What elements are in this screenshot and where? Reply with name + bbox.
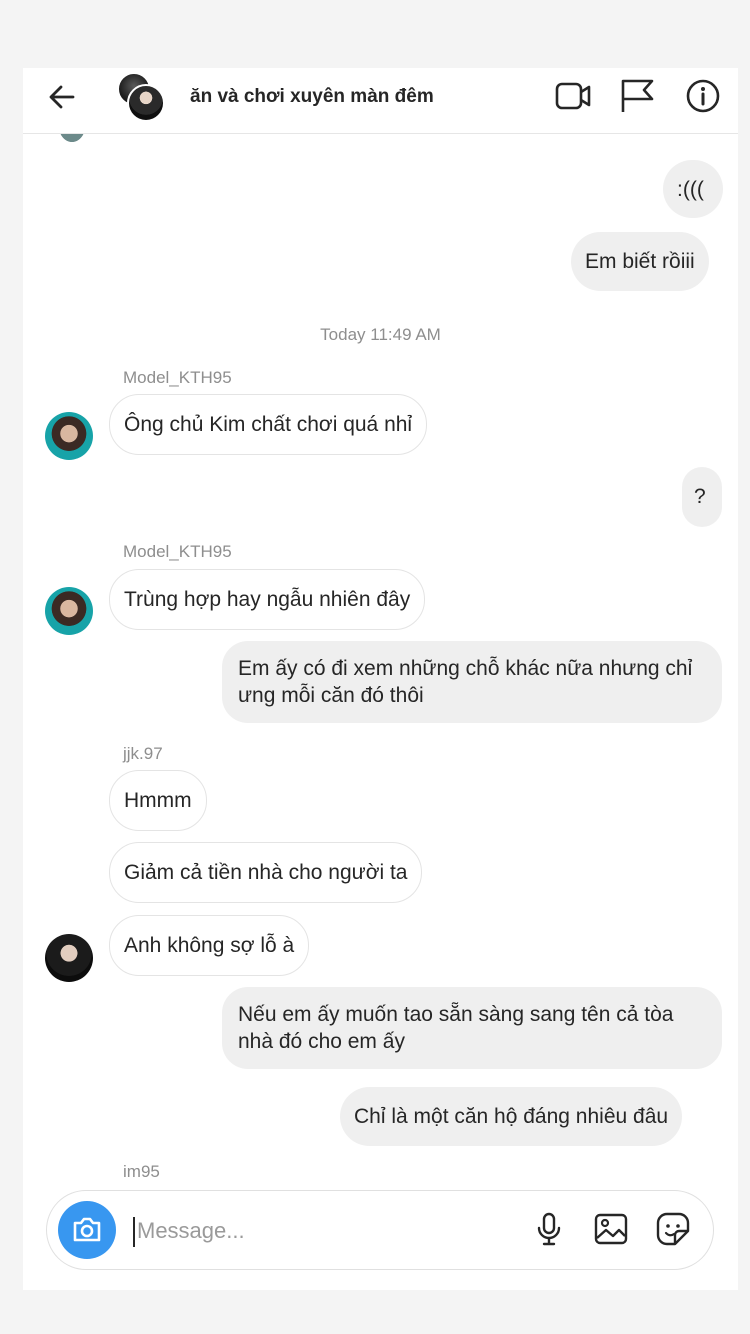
chat-header: ăn và chơi xuyên màn đêm [23,68,738,134]
message-bubble-sent[interactable]: ? [682,467,722,527]
message-bubble-sent[interactable]: Em ấy có đi xem những chỗ khác nữa nhưng… [222,641,722,723]
message-text: Chỉ là một căn hộ đáng nhiêu đâu [354,1105,669,1128]
voice-message-button[interactable] [531,1211,567,1247]
chat-title[interactable]: ăn và chơi xuyên màn đêm [190,86,434,108]
microphone-icon [537,1212,561,1246]
chat-screen: ăn và chơi xuyên màn đêm :((( Em biết rồ… [23,68,738,1290]
message-timestamp: Today 11:49 AM [320,325,441,344]
sender-name: jjk.97 [123,744,163,763]
message-bubble-received[interactable]: Anh không sợ lỗ à [109,915,310,976]
video-camera-icon [555,82,591,110]
message-text: Nếu em ấy muốn tao sẵn sàng sang tên cả … [238,1003,674,1053]
message-text: Anh không sợ lỗ à [124,934,295,957]
message-bubble-sent[interactable]: Chỉ là một căn hộ đáng nhiêu đâu [340,1087,683,1146]
message-bubble-received[interactable]: Giảm cả tiền nhà cho người ta [109,842,423,903]
message-bubble-sent[interactable]: :((( [663,160,723,218]
video-call-button[interactable] [555,78,591,114]
arrow-left-icon [49,85,75,109]
info-button[interactable] [685,78,721,114]
message-bubble-received[interactable]: Hmmm [109,770,207,831]
gallery-button[interactable] [593,1211,629,1247]
message-composer [46,1190,714,1270]
sender-name: Model_KTH95 [123,368,232,387]
message-text: Giảm cả tiền nhà cho người ta [124,861,408,884]
sticker-button[interactable] [655,1211,691,1247]
sender-name: Model_KTH95 [123,542,232,561]
message-text: :((( [677,178,704,201]
camera-button[interactable] [58,1201,116,1259]
text-cursor [133,1217,135,1247]
group-avatar[interactable] [115,72,169,122]
message-bubble-received[interactable]: Trùng hợp hay ngẫu nhiên đây [109,569,426,630]
sender-name: im95 [123,1162,160,1181]
info-icon [686,79,720,113]
group-avatar-front [127,84,165,122]
message-input[interactable] [137,1215,437,1247]
sender-avatar[interactable] [45,412,93,460]
sender-avatar[interactable] [45,587,93,635]
back-button[interactable] [47,82,77,112]
message-text: Em biết rồiii [585,250,695,273]
message-text: Hmmm [124,789,192,812]
message-bubble-sent[interactable]: Em biết rồiii [571,232,709,291]
sticker-icon [656,1212,690,1246]
message-bubble-received[interactable]: Ông chủ Kim chất chơi quá nhỉ [109,394,428,455]
message-text: Trùng hợp hay ngẫu nhiên đây [124,588,411,611]
message-bubble-sent[interactable]: Nếu em ấy muốn tao sẵn sàng sang tên cả … [222,987,722,1069]
report-button[interactable] [619,78,655,114]
message-text: Ông chủ Kim chất chơi quá nhỉ [124,413,413,436]
sender-avatar[interactable] [45,934,93,982]
message-text: Em ấy có đi xem những chỗ khác nữa nhưng… [238,657,693,707]
camera-icon [73,1217,101,1242]
flag-icon [621,79,654,112]
image-icon [594,1213,628,1245]
message-text: ? [694,485,706,508]
